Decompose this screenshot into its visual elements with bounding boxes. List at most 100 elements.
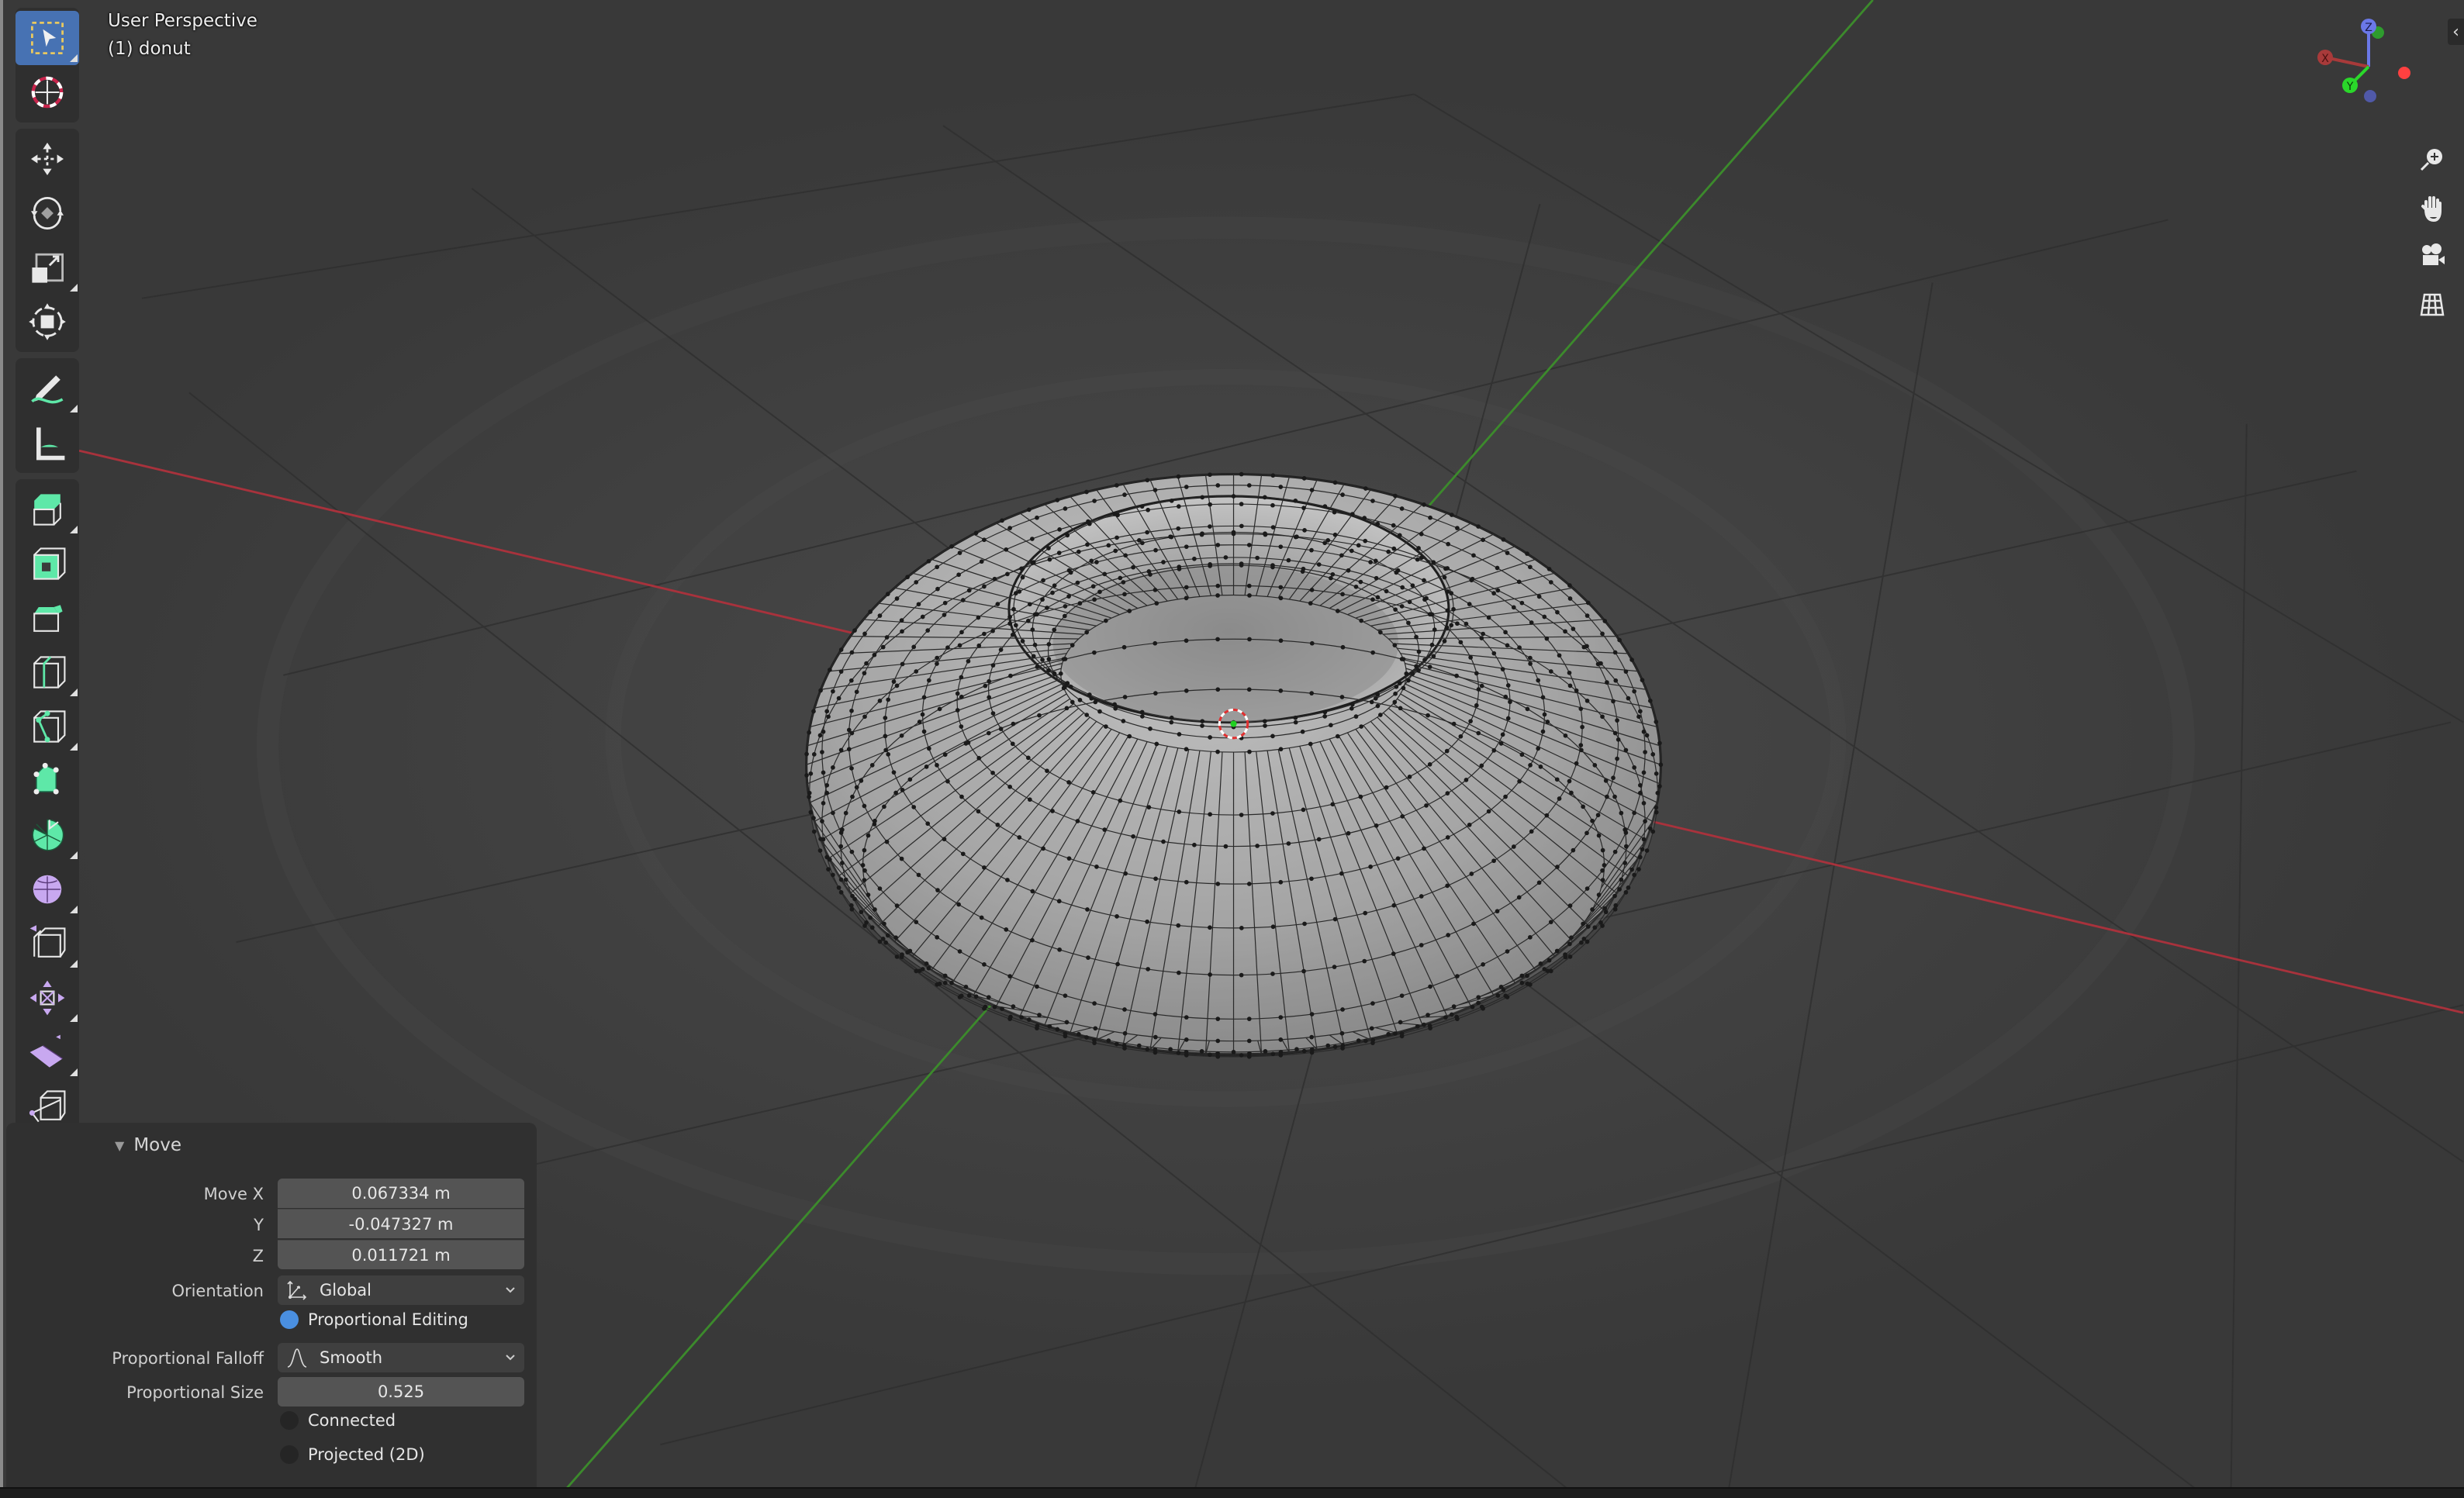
grid-icon — [2420, 293, 2445, 316]
mesh-vertex — [1065, 681, 1070, 685]
mesh-vertex — [1208, 472, 1212, 478]
mesh-vertex — [1262, 719, 1267, 723]
mesh-vertex — [1085, 907, 1090, 912]
tool-measure[interactable] — [16, 416, 79, 470]
mesh-vertex — [1309, 876, 1314, 882]
mesh-vertex — [1115, 914, 1119, 919]
sidebar-toggle[interactable]: ‹ — [2448, 19, 2464, 45]
mesh-vertex — [1115, 535, 1119, 540]
mesh-vertex — [1106, 1038, 1111, 1043]
orientation-dropdown[interactable]: Global — [278, 1275, 524, 1305]
move-z-field[interactable]: 0.011721 m — [278, 1240, 524, 1269]
tool-annotate[interactable] — [16, 361, 79, 416]
zoom-icon — [2420, 149, 2442, 171]
mesh-vertex — [1528, 763, 1533, 768]
mesh-vertex — [1278, 879, 1284, 885]
mesh-vertex — [1246, 687, 1252, 692]
move-icon — [31, 143, 64, 175]
mesh-vertex — [1469, 872, 1474, 876]
chevron-down-icon — [506, 1355, 515, 1361]
mesh-vertex — [831, 872, 835, 878]
mesh-vertex — [1471, 921, 1476, 927]
mesh-vertex — [1374, 575, 1379, 581]
mesh-vertex — [1495, 588, 1501, 593]
navigation-gizmo[interactable]: Z X Y — [2311, 16, 2451, 132]
mesh-vertex — [1168, 534, 1173, 540]
tool-loop-cut[interactable] — [16, 645, 79, 699]
mesh-vertex — [1445, 835, 1450, 840]
mesh-vertex — [1643, 750, 1647, 754]
mesh-vertex — [1286, 557, 1291, 563]
mesh-vertex — [1037, 713, 1042, 718]
mesh-vertex — [1215, 637, 1220, 642]
proportional-editing-toggle[interactable] — [280, 1310, 299, 1329]
mesh-vertex — [1118, 798, 1123, 803]
mesh-vertex — [1612, 794, 1617, 799]
mesh-vertex — [1131, 834, 1135, 839]
ortho-toggle-button[interactable] — [2412, 284, 2452, 324]
tool-bevel[interactable] — [16, 591, 79, 645]
mesh-vertex — [1239, 1053, 1244, 1058]
camera-button[interactable] — [2412, 236, 2452, 276]
mesh-vertex — [1455, 526, 1460, 530]
mesh-vertex — [826, 714, 831, 720]
mesh-vertex — [1007, 614, 1012, 620]
tool-inset-faces[interactable] — [16, 537, 79, 591]
tool-knife[interactable] — [16, 699, 79, 754]
donut-mesh[interactable] — [804, 471, 1664, 1059]
tool-edge-slide[interactable] — [16, 916, 79, 971]
tool-poly-build[interactable] — [16, 754, 79, 808]
projected-toggle[interactable] — [280, 1445, 299, 1464]
tool-extrude-region[interactable] — [16, 482, 79, 537]
gizmo-neg-x[interactable] — [2398, 67, 2410, 79]
mesh-vertex — [1375, 595, 1381, 600]
connected-toggle[interactable] — [280, 1411, 299, 1430]
mesh-vertex — [1554, 777, 1560, 782]
tool-move[interactable] — [16, 132, 79, 186]
tool-rotate[interactable] — [16, 186, 79, 240]
mesh-vertex — [1623, 861, 1628, 865]
gizmo-neg-z[interactable] — [2364, 90, 2376, 102]
mesh-vertex — [900, 788, 905, 792]
pan-button[interactable] — [2412, 188, 2452, 228]
operator-panel-header[interactable]: ▼ Move — [115, 1135, 181, 1155]
move-x-field[interactable]: 0.067334 m — [278, 1179, 524, 1208]
proportional-size-field[interactable]: 0.525 — [278, 1377, 524, 1407]
mesh-vertex — [982, 962, 987, 967]
mesh-vertex — [1070, 643, 1075, 647]
mesh-vertex — [1431, 560, 1436, 565]
mesh-vertex — [1654, 771, 1659, 776]
tool-transform[interactable] — [16, 295, 79, 349]
mesh-vertex — [899, 733, 904, 738]
projected-checkbox[interactable]: Projected (2D) — [280, 1445, 425, 1464]
mesh-vertex — [843, 877, 848, 882]
mesh-vertex — [1262, 495, 1267, 500]
tool-shrink-fatten[interactable] — [16, 971, 79, 1025]
move-y-field[interactable]: -0.047327 m — [278, 1209, 524, 1238]
mesh-vertex — [1422, 846, 1426, 851]
mesh-vertex — [926, 965, 931, 971]
tool-shear[interactable] — [16, 1025, 79, 1079]
measure-icon — [36, 427, 65, 461]
tool-cursor[interactable] — [16, 65, 79, 119]
tool-scale[interactable] — [16, 240, 79, 295]
mesh-vertex — [1501, 537, 1506, 542]
tool-smooth[interactable] — [16, 862, 79, 916]
mesh-vertex — [1246, 1038, 1252, 1044]
mesh-vertex — [1519, 973, 1525, 979]
connected-checkbox[interactable]: Connected — [280, 1411, 396, 1430]
mesh-vertex — [1585, 924, 1591, 929]
falloff-dropdown[interactable]: Smooth — [278, 1343, 524, 1372]
mesh-vertex — [1416, 649, 1422, 654]
tool-select-box[interactable] — [16, 11, 79, 65]
smooth-falloff-icon — [287, 1348, 307, 1368]
proportional-editing-checkbox[interactable]: Proportional Editing — [280, 1310, 468, 1329]
area-bottom-border — [0, 1487, 2464, 1498]
mesh-vertex — [1286, 841, 1291, 846]
zoom-button[interactable] — [2412, 140, 2452, 180]
mesh-vertex — [1444, 748, 1450, 754]
mesh-vertex — [1263, 1049, 1268, 1054]
tool-spin[interactable] — [16, 808, 79, 862]
mesh-vertex — [1008, 673, 1013, 678]
3d-viewport[interactable]: User Perspective (1) donut Z X Y ‹ ▼ Mov… — [0, 0, 2464, 1498]
